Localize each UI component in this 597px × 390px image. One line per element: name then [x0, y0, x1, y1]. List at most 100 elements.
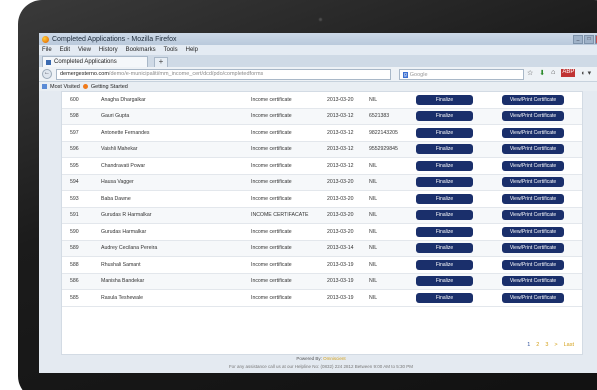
- table-row: 588 Rhushali Samant Income certificate 2013…: [62, 256, 582, 274]
- application-date: 2013-03-19: [327, 289, 369, 307]
- application-date: 2013-03-20: [327, 223, 369, 241]
- applicant-name: Chandravati Powar: [101, 157, 251, 175]
- getting-started-icon: [82, 84, 88, 89]
- window-title: Completed Applications - Mozilla Firefox: [52, 35, 177, 43]
- last-page-link[interactable]: Last: [564, 342, 574, 348]
- row-id: 586: [62, 273, 101, 290]
- view-print-certificate-button[interactable]: View/Print Certificate: [502, 127, 564, 138]
- finalize-button[interactable]: Finalize: [416, 111, 473, 122]
- certificate-type: Income certificate: [251, 289, 327, 307]
- back-button[interactable]: ←: [42, 69, 52, 79]
- powered-brand-link[interactable]: Omniscient: [323, 356, 346, 361]
- google-icon: g: [403, 71, 408, 78]
- download-icon[interactable]: ⬇: [539, 69, 545, 77]
- applicant-name: Baba Dawne: [101, 190, 251, 208]
- tab-completed-applications[interactable]: Completed Applications: [42, 56, 148, 67]
- finalize-cell: Finalize: [416, 157, 502, 175]
- finalize-button[interactable]: Finalize: [416, 94, 473, 105]
- table-row: 600 Anagha Dhargalkar Income certificate 20…: [62, 92, 582, 109]
- view-print-certificate-button[interactable]: View/Print Certificate: [502, 292, 564, 303]
- finalize-button[interactable]: Finalize: [416, 144, 473, 155]
- view-cell: View/Print Certificate: [502, 240, 582, 257]
- finalize-button[interactable]: Finalize: [416, 243, 473, 254]
- menu-edit[interactable]: Edit: [60, 47, 70, 53]
- view-cell: View/Print Certificate: [502, 273, 582, 290]
- bookmark-getting-started[interactable]: Getting Started: [91, 84, 128, 90]
- row-id: 600: [62, 92, 101, 109]
- table-row: 590 Gurudas Harmalkar Income certificate 20…: [62, 223, 582, 241]
- applicant-name: Anagha Dhargalkar: [101, 92, 251, 109]
- navigation-bar: ← demergesterno.com/demo/e-municipaliti/…: [39, 67, 597, 82]
- certificate-type: INCOME CERTIFACATE: [251, 207, 327, 224]
- application-date: 2013-03-19: [327, 273, 369, 290]
- applicant-name: Rhushali Samant: [101, 256, 251, 274]
- extension-icon[interactable]: ◐ ▾: [581, 69, 591, 77]
- finalize-button[interactable]: Finalize: [416, 127, 473, 138]
- applications-table: 600 Anagha Dhargalkar Income certificate 20…: [62, 92, 582, 307]
- menu-view[interactable]: View: [78, 47, 91, 53]
- view-print-certificate-button[interactable]: View/Print Certificate: [502, 94, 564, 105]
- applicant-name: Rasula Teshewale: [101, 289, 251, 307]
- adblock-icon[interactable]: ABP: [561, 69, 576, 77]
- powered-by: Powered By: Omniscient: [61, 356, 581, 361]
- finalize-button[interactable]: Finalize: [416, 276, 473, 287]
- next-page-link[interactable]: >: [554, 342, 557, 348]
- finalize-button[interactable]: Finalize: [416, 160, 473, 171]
- finalize-button[interactable]: Finalize: [416, 292, 473, 303]
- minimize-button[interactable]: _: [573, 35, 583, 44]
- page-3-link[interactable]: 3: [545, 342, 548, 348]
- search-input[interactable]: g Google: [399, 69, 524, 80]
- view-print-certificate-button[interactable]: View/Print Certificate: [502, 144, 564, 155]
- view-print-certificate-button[interactable]: View/Print Certificate: [502, 243, 564, 254]
- phone-number: NIL: [369, 157, 416, 175]
- row-id: 597: [62, 124, 101, 142]
- applicant-name: Manisha Bandekar: [101, 273, 251, 290]
- laptop-frame: Completed Applications - Mozilla Firefox…: [0, 0, 597, 390]
- menu-tools[interactable]: Tools: [164, 47, 178, 53]
- certificate-type: Income certificate: [251, 157, 327, 175]
- phone-number: 6521383: [369, 108, 416, 125]
- view-cell: View/Print Certificate: [502, 92, 582, 109]
- bookmark-star-icon[interactable]: ☆: [527, 69, 533, 77]
- finalize-button[interactable]: Finalize: [416, 193, 473, 204]
- menu-bookmarks[interactable]: Bookmarks: [126, 47, 156, 53]
- view-print-certificate-button[interactable]: View/Print Certificate: [502, 276, 564, 287]
- maximize-button[interactable]: □: [584, 35, 594, 44]
- view-print-certificate-button[interactable]: View/Print Certificate: [502, 259, 564, 270]
- view-print-certificate-button[interactable]: View/Print Certificate: [502, 111, 564, 122]
- finalize-button[interactable]: Finalize: [416, 226, 473, 237]
- finalize-button[interactable]: Finalize: [416, 259, 473, 270]
- browser-window: Completed Applications - Mozilla Firefox…: [39, 33, 597, 373]
- page-viewport: 600 Anagha Dhargalkar Income certificate 20…: [39, 91, 597, 373]
- table-row: 585 Rasula Teshewale Income certificate 201…: [62, 289, 582, 307]
- phone-number: NIL: [369, 256, 416, 274]
- new-tab-button[interactable]: +: [154, 57, 168, 67]
- finalize-cell: Finalize: [416, 124, 502, 142]
- home-icon[interactable]: ⌂: [551, 69, 555, 77]
- page-1-link[interactable]: 1: [527, 342, 530, 348]
- certificate-type: Income certificate: [251, 92, 327, 109]
- page-2-link[interactable]: 2: [536, 342, 539, 348]
- applications-panel: 600 Anagha Dhargalkar Income certificate 20…: [61, 91, 583, 355]
- phone-number: 9822143205: [369, 124, 416, 142]
- table-row: 586 Manisha Bandekar Income certificate 201…: [62, 273, 582, 290]
- url-path: /demo/e-municipaliti/mm_income_cert/dcd/…: [108, 71, 264, 77]
- url-bar[interactable]: demergesterno.com/demo/e-municipaliti/mm…: [56, 68, 391, 80]
- finalize-button[interactable]: Finalize: [416, 177, 473, 188]
- view-print-certificate-button[interactable]: View/Print Certificate: [502, 160, 564, 171]
- view-print-certificate-button[interactable]: View/Print Certificate: [502, 210, 564, 221]
- menu-file[interactable]: File: [42, 47, 52, 53]
- view-print-certificate-button[interactable]: View/Print Certificate: [502, 177, 564, 188]
- certificate-type: Income certificate: [251, 256, 327, 274]
- menu-history[interactable]: History: [99, 47, 118, 53]
- menu-help[interactable]: Help: [186, 47, 198, 53]
- finalize-cell: Finalize: [416, 256, 502, 274]
- bookmark-most-visited[interactable]: Most Visited: [50, 84, 80, 90]
- view-print-certificate-button[interactable]: View/Print Certificate: [502, 193, 564, 204]
- view-print-certificate-button[interactable]: View/Print Certificate: [502, 226, 564, 237]
- row-id: 593: [62, 190, 101, 208]
- title-bar: Completed Applications - Mozilla Firefox…: [39, 33, 597, 45]
- view-cell: View/Print Certificate: [502, 207, 582, 224]
- phone-number: NIL: [369, 207, 416, 224]
- finalize-button[interactable]: Finalize: [416, 210, 473, 221]
